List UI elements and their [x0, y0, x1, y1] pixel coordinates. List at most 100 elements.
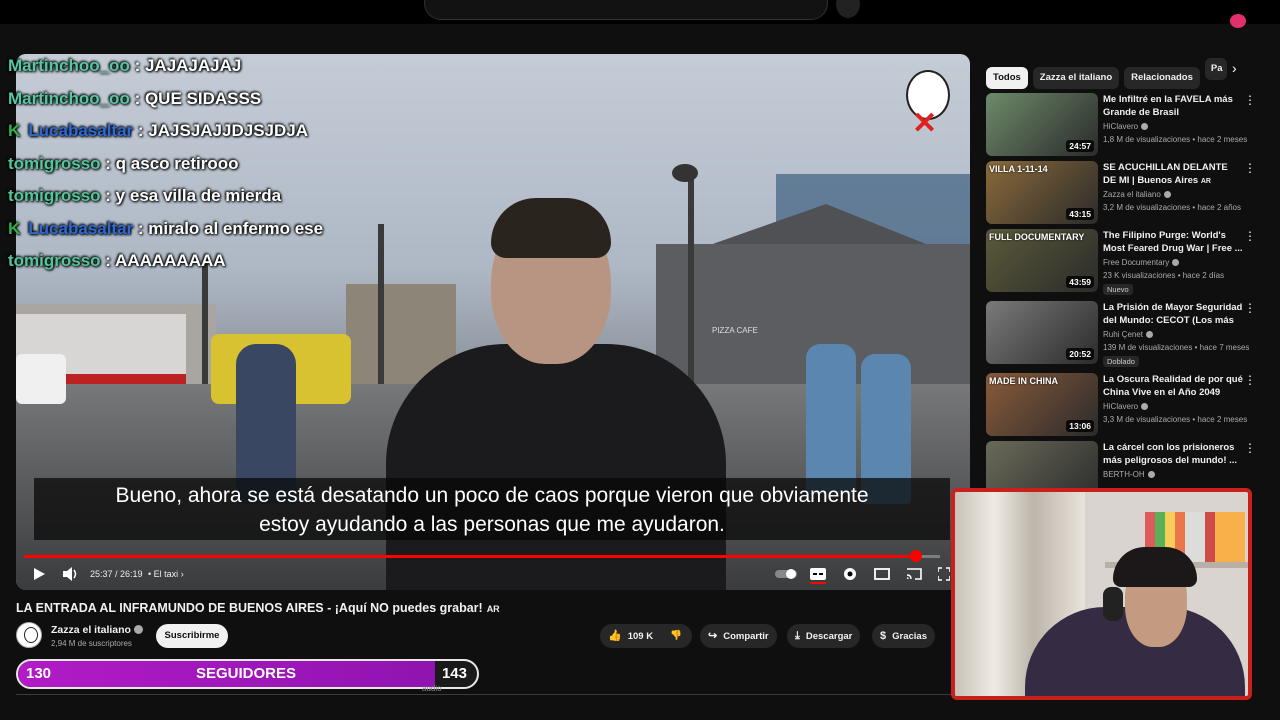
chat-text: : QUE SIDASSS: [134, 88, 262, 108]
thumb-text: FULL DOCUMENTARY: [989, 232, 1085, 242]
more-options-icon[interactable]: ⋮: [1244, 229, 1256, 243]
chevron-right-icon[interactable]: ›: [1232, 60, 1237, 76]
share-button[interactable]: ↪ Compartir: [700, 624, 777, 648]
video-thumbnail[interactable]: 24:57: [986, 93, 1098, 156]
video-thumbnail[interactable]: FULL DOCUMENTARY 43:59: [986, 229, 1098, 292]
recommendation-channel[interactable]: Free Documentary: [1103, 258, 1180, 267]
video-thumbnail[interactable]: 20:52: [986, 301, 1098, 364]
autoplay-toggle[interactable]: [774, 562, 798, 586]
recommendation-meta: 3,3 M de visualizaciones • hace 2 meses: [1103, 415, 1248, 424]
recommendation-channel[interactable]: HiClavero: [1103, 122, 1149, 131]
volume-icon[interactable]: [62, 562, 78, 586]
chat-overlay: Martinchoo_oo : JAJAJAJAJ Martinchoo_oo …: [8, 56, 368, 284]
more-options-icon[interactable]: ⋮: [1244, 301, 1256, 315]
status-badge: Nuevo: [1103, 284, 1133, 295]
voice-search-button[interactable]: [836, 0, 860, 18]
chat-text: : q asco retirooo: [105, 153, 239, 173]
recommendation-title[interactable]: The Filipino Purge: World's Most Feared …: [1103, 229, 1243, 256]
recommendation-item[interactable]: VILLA 1-11-14 43:15 SE ACUCHILLAN DELANTE …: [986, 161, 1266, 225]
thumbs-down-icon: 👎: [670, 630, 682, 641]
duration-badge: 20:52: [1066, 348, 1094, 360]
chat-username: Martinchoo_oo: [8, 56, 130, 75]
recommendation-meta: 23 K visualizaciones • hace 2 días: [1103, 271, 1225, 280]
recommendation-title[interactable]: La cárcel con los prisioneros más peligr…: [1103, 441, 1243, 468]
chat-username: Lucabasaltar: [28, 218, 134, 238]
chip-todos[interactable]: Todos: [986, 67, 1028, 89]
download-button[interactable]: ⤓ Descargar: [787, 624, 861, 648]
chat-badge-icon: K: [8, 218, 21, 238]
title-badge: AR: [486, 604, 500, 614]
video-thumbnail[interactable]: MADE IN CHINA 13:06: [986, 373, 1098, 436]
subscriber-count: 2,94 M de suscriptores: [51, 639, 132, 648]
verified-check-icon: [1163, 191, 1171, 198]
caption-line: estoy ayudando a las personas que me ayu…: [259, 513, 725, 536]
chat-text: : AAAAAAAAA: [105, 251, 226, 270]
chat-username: Lucabasaltar: [28, 121, 134, 140]
recommendation-channel[interactable]: Ruhi Çenet: [1103, 330, 1154, 339]
channel-name[interactable]: Zazza el italiano: [51, 624, 143, 636]
video-title: LA ENTRADA AL INFRAMUNDO DE BUENOS AIRES…: [16, 601, 500, 615]
caption-line: Bueno, ahora se está desatando un poco d…: [115, 484, 869, 507]
more-options-icon[interactable]: ⋮: [1244, 161, 1256, 175]
recommendation-item[interactable]: FULL DOCUMENTARY 43:59 The Filipino Purge:…: [986, 229, 1266, 295]
recommendation-channel[interactable]: BERTH-OH: [1103, 470, 1155, 479]
thumbs-up-icon: 👍: [608, 630, 622, 642]
subtitles-icon[interactable]: [810, 562, 826, 586]
channel-avatar[interactable]: [16, 622, 42, 648]
chip-channel[interactable]: Zazza el italiano: [1032, 67, 1120, 89]
progress-bar[interactable]: [24, 550, 940, 562]
fullscreen-icon[interactable]: [937, 562, 951, 586]
chat-message: tomigrosso : AAAAAAAAA: [8, 251, 368, 284]
chat-badge-icon: K: [8, 121, 21, 140]
description-snippet: audio: [422, 684, 442, 692]
search-bar[interactable]: [424, 0, 828, 20]
cast-icon[interactable]: [906, 562, 922, 586]
thumb-text: MADE IN CHINA: [989, 376, 1058, 386]
chat-username: tomigrosso: [8, 153, 101, 173]
chat-message: K Lucabasaltar : miralo al enfermo ese: [8, 219, 368, 252]
dislike-button[interactable]: 👎: [670, 624, 682, 648]
player-controls: 25:37 / 26:19 • El taxi ›: [24, 562, 954, 588]
recommendation-item[interactable]: 20:52 La Prisión de Mayor Seguridad del M…: [986, 301, 1266, 367]
headset-icon: [1103, 587, 1123, 621]
webcam-overlay: [951, 488, 1252, 700]
chip-related[interactable]: Relacionados: [1124, 67, 1200, 89]
account-avatar[interactable]: [1230, 14, 1246, 28]
recommendation-item[interactable]: La cárcel con los prisioneros más peligr…: [986, 441, 1266, 488]
stream-layout: PIZZA CAFE ✕ Martinchoo_oo : JAJAJAJAJ M…: [0, 0, 1280, 720]
more-options-icon[interactable]: ⋮: [1244, 93, 1256, 107]
verified-check-icon: [133, 625, 143, 634]
thanks-icon: $: [880, 630, 887, 642]
title-badge: AR: [1200, 178, 1211, 185]
duration-badge: 43:15: [1066, 208, 1094, 220]
thanks-button[interactable]: $ Gracias: [872, 624, 935, 648]
video-thumbnail[interactable]: [986, 441, 1098, 488]
recommendation-title[interactable]: La Prisión de Mayor Seguridad del Mundo:…: [1103, 301, 1243, 328]
video-thumbnail[interactable]: VILLA 1-11-14 43:15: [986, 161, 1098, 224]
subscribe-button[interactable]: Suscribirme: [156, 624, 228, 648]
chip-more[interactable]: Pa: [1204, 58, 1227, 80]
recommendation-channel[interactable]: Zazza el italiano: [1103, 190, 1171, 199]
more-options-icon[interactable]: ⋮: [1244, 373, 1256, 387]
recommendation-title[interactable]: SE ACUCHILLAN DELANTE DE MI | Buenos Air…: [1103, 161, 1243, 188]
recommendation-item[interactable]: MADE IN CHINA 13:06 La Oscura Realidad de …: [986, 373, 1266, 437]
duration-badge: 43:59: [1066, 276, 1094, 288]
chat-message: Martinchoo_oo : QUE SIDASSS: [8, 89, 368, 122]
recommendation-item[interactable]: 24:57 Me Infiltré en la FAVELA más Grande…: [986, 93, 1266, 157]
duration-badge: 24:57: [1066, 140, 1094, 152]
play-icon[interactable]: [32, 562, 46, 586]
more-options-icon[interactable]: ⋮: [1244, 441, 1256, 455]
chapter-label[interactable]: • El taxi ›: [148, 562, 184, 586]
chat-username: Martinchoo_oo: [8, 88, 130, 108]
youtube-header: [0, 0, 1280, 28]
recommendation-title[interactable]: La Oscura Realidad de por qué China Vive…: [1103, 373, 1243, 400]
recommendation-title[interactable]: Me Infiltré en la FAVELA más Grande de B…: [1103, 93, 1243, 120]
recommendation-channel[interactable]: HiClavero: [1103, 402, 1149, 411]
duration-badge: 13:06: [1066, 420, 1094, 432]
theater-mode-icon[interactable]: [874, 562, 890, 586]
verified-check-icon: [1141, 403, 1149, 410]
settings-gear-icon[interactable]: [842, 562, 858, 586]
time-display: 25:37 / 26:19: [90, 569, 143, 579]
chat-message: K Lucabasaltar : JAJSJAJJDJSJDJA: [8, 121, 368, 154]
like-button[interactable]: 👍 109 K 👎: [600, 624, 692, 648]
